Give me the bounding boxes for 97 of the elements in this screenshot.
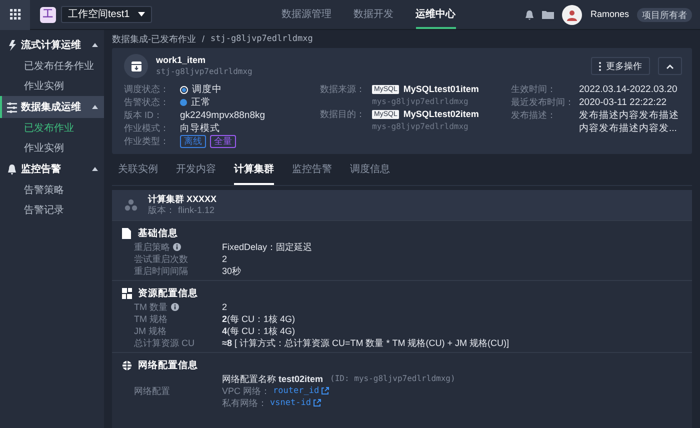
breadcrumb-current: stj-g8ljvp7edlrldmxg [210,32,313,46]
nav-tab[interactable]: 数据开发 [354,0,394,29]
field-label: 重启策略 [134,241,170,253]
field-value: 向导模式 [180,122,220,135]
field-label: JM 规格 [134,325,166,337]
sidebar-item[interactable]: 作业实例 [0,138,104,158]
external-link-icon [312,399,321,407]
field-value: 4(每 CU：1核 4G) [222,325,296,337]
sliders-icon [7,102,17,112]
more-actions-button[interactable]: 更多操作 [591,57,650,75]
field-value: 30秒 [222,265,242,277]
sidebar-group[interactable]: 监控告警 [0,158,104,180]
folder-icon[interactable] [542,10,554,19]
breadcrumb-link[interactable]: 数据集成-已发布作业 [112,32,196,46]
grid-icon [10,9,20,20]
chip-icon [122,288,132,299]
bell-icon[interactable] [525,10,534,20]
field-label: 告警状态： [124,96,170,109]
field-value: 正常 [191,96,211,109]
field-value: FixedDelay：固定延迟 [222,241,312,253]
field-value: 2022.03.14-2022.03.20 [579,83,678,96]
datasource-name: MySQLtest01item [403,83,479,96]
field-label: 作业模式： [124,122,170,135]
radio-button[interactable] [180,86,188,94]
tab[interactable]: 计算集群 [234,156,274,185]
caret-icon [138,12,145,17]
workspace-badge: 工 [40,6,56,22]
bell-icon [7,164,17,174]
field-value: ≈8 [ 计算方式：总计算资源 CU=TM 数量 * TM 规格(CU) + JM 规格(CU)] [222,337,509,349]
network-id: (ID: mys-g8ljvp7edlrldmxg) [330,373,456,385]
avatar[interactable] [562,4,582,24]
external-link-icon [321,387,330,395]
sidebar-item[interactable]: 告警记录 [0,200,104,220]
datasource-name: MySQLtest02item [403,108,479,121]
job-id: stj-g8ljvp7edlrldmxg [156,66,252,77]
tab[interactable]: 监控告警 [292,156,332,185]
field-value: 调度中 [192,83,222,96]
field-label: 数据来源： [320,83,366,96]
field-label: 重启时间间隔 [134,265,188,277]
field-label: TM 数量 [134,301,168,313]
sidebar-item[interactable]: 已发布作业 [0,118,104,138]
field-label: 最近发布时间： [511,96,575,109]
nav-tab[interactable]: 运维中心 [416,0,456,29]
archive-icon [130,60,142,72]
chevron-up-icon [666,64,674,68]
field-value: 2 [222,253,228,265]
version-value: flink-1.12 [178,205,215,216]
network-link[interactable]: router_id [273,385,330,397]
cluster-icon [124,199,138,211]
breadcrumb-separator: / [202,32,205,46]
tab[interactable]: 开发内容 [176,156,216,185]
sidebar-group[interactable]: 流式计算运维 [0,34,104,56]
workspace-dropdown[interactable]: 工作空间test1 [61,6,152,23]
datasource-id: mys-g8ljvp7edlrldmxg [372,96,470,108]
field-value: 2 [222,301,228,313]
field-value: 发布描述内容发布描述内容发布描述内容发... [579,109,680,135]
field-label: 作业类型： [124,135,170,148]
sidebar-item[interactable]: 已发布任务作业 [0,56,104,76]
section-title: 网络配置信息 [138,359,198,372]
sidebar-group[interactable]: 数据集成运维 [0,96,104,118]
app-menu-button[interactable] [0,0,30,30]
field-label: 调度状态： [124,83,170,96]
lightning-icon [7,40,17,50]
field-value: 2020-03-11 22:22:22 [579,96,667,109]
sidebar-item[interactable]: 告警策略 [0,180,104,200]
field-label: VPC 网络： [222,385,270,397]
field-label: 生效时间： [511,83,557,96]
type-tag: 离线 [180,135,206,148]
field-label: 私有网络： [222,397,267,409]
user-name: Ramones [590,8,629,21]
datasource-id: mys-g8ljvp7edlrldmxg [372,121,470,133]
job-name: work1_item [156,55,207,66]
collapse-button[interactable] [658,57,682,75]
network-link[interactable]: vsnet-id [270,397,321,409]
tab[interactable]: 调度信息 [350,156,390,185]
cluster-name: 计算集群 XXXXX [148,194,217,205]
globe-icon [122,360,132,371]
field-label: 网络配置 [134,385,170,397]
field-value: gk2249mpvx88n8kg [180,109,266,122]
field-value: 2(每 CU：1核 4G) [222,313,296,325]
tab[interactable]: 关联实例 [118,156,158,185]
field-label: 数据目的： [320,108,366,121]
section-title: 资源配置信息 [138,287,198,300]
field-label: 尝试重启次数 [134,253,188,265]
field-label: 版本 ID： [124,109,164,122]
type-tag: 全量 [210,135,236,148]
user-icon [566,8,578,20]
version-label: 版本： [148,205,175,216]
field-label: 发布描述： [511,109,557,122]
section-title: 基础信息 [138,227,178,240]
field-label: TM 规格 [134,313,168,325]
sidebar-item[interactable]: 作业实例 [0,76,104,96]
role-badge: 项目所有者 [637,8,692,22]
field-label: 总计算资源 CU [134,337,194,349]
nav-tab[interactable]: 数据源管理 [282,0,332,29]
field-value: 网络配置名称 test02item [222,373,324,385]
document-icon [122,228,132,239]
